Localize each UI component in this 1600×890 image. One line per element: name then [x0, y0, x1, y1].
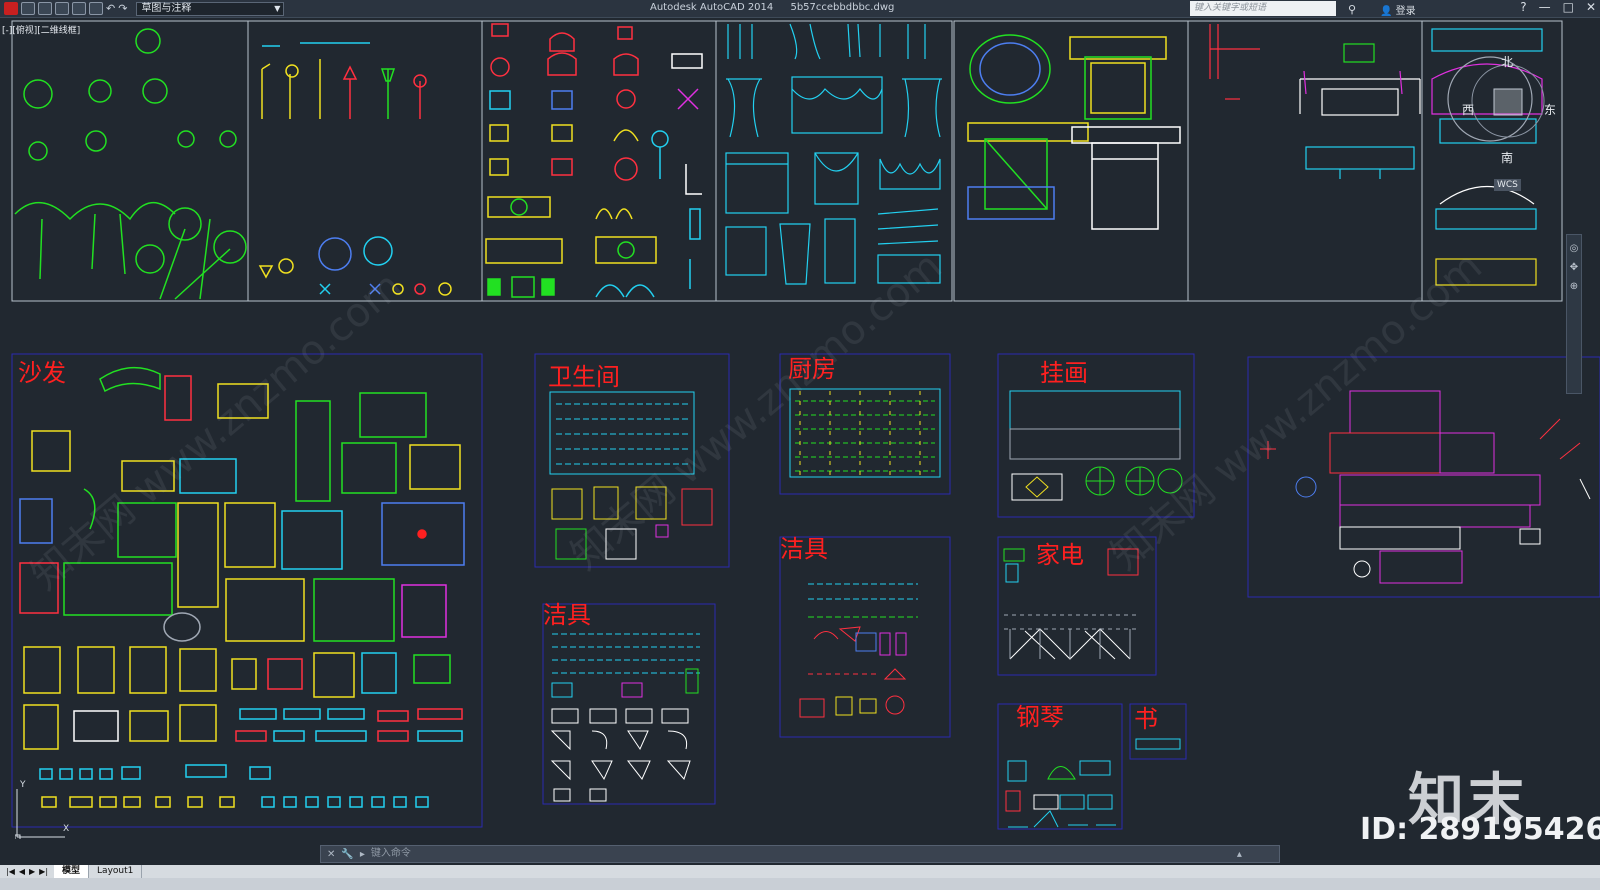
print-icon[interactable]	[89, 2, 103, 15]
window-controls: ? — □ ✕	[1520, 0, 1596, 14]
status-bar	[0, 878, 1600, 890]
block-label-sofa: 沙发	[18, 359, 66, 387]
tab-navigation: |◀ ◀ ▶ ▶|	[0, 867, 54, 876]
search-input[interactable]: 键入关键字或短语	[1190, 1, 1336, 16]
command-prompt-icon: ▸	[359, 848, 365, 860]
compass-west[interactable]: 西	[1462, 101, 1474, 118]
close-icon[interactable]: ✕	[327, 849, 335, 860]
last-tab-icon[interactable]: ▶|	[39, 867, 48, 876]
undo-icon[interactable]: ↶	[106, 2, 115, 15]
block-label-bathroom: 卫生间	[548, 363, 620, 391]
wcs-menu[interactable]: WCS	[1494, 179, 1521, 191]
id-watermark: ID: 289195426	[1360, 812, 1600, 847]
navigation-bar[interactable]: ◎ ✥ ⊕	[1566, 234, 1582, 394]
lamps-group	[258, 42, 452, 296]
help-icon[interactable]: ?	[1520, 0, 1526, 14]
close-icon[interactable]: ✕	[1586, 0, 1596, 14]
svg-text:Y: Y	[19, 780, 26, 790]
steering-wheel-icon[interactable]: ◎	[1570, 243, 1579, 254]
tab-layout1[interactable]: Layout1	[89, 865, 143, 878]
redo-icon[interactable]: ↷	[118, 2, 127, 15]
block-label-sanitary-1: 洁具	[780, 535, 828, 563]
compass-east[interactable]: 东	[1544, 101, 1556, 118]
compass-south[interactable]: 南	[1501, 149, 1513, 166]
next-tab-icon[interactable]: ▶	[29, 867, 35, 876]
command-line[interactable]: ✕ 🔧 ▸ 键入命令 ▴	[320, 845, 1280, 863]
prev-tab-icon[interactable]: ◀	[19, 867, 25, 876]
svg-text:X: X	[63, 824, 69, 834]
sanitary-block-1-drawings	[550, 633, 700, 802]
pan-icon[interactable]: ✥	[1570, 262, 1578, 273]
plants-group	[14, 28, 247, 300]
autocad-window: ↶ ↷ 草图与注释 ▼ Autodesk AutoCAD 2014 5b57cc…	[0, 0, 1600, 890]
block-label-books: 书	[1134, 705, 1158, 733]
paintings-block-drawings	[1009, 390, 1183, 501]
zoom-icon[interactable]: ⊕	[1570, 281, 1578, 292]
book-block-drawings	[1135, 738, 1181, 750]
quick-access-toolbar: ↶ ↷ 草图与注释 ▼	[0, 1, 285, 16]
block-label-sanitary-2: 洁具	[543, 601, 591, 629]
block-label-appliances: 家电	[1036, 541, 1084, 569]
save-as-icon[interactable]	[72, 2, 86, 15]
new-icon[interactable]	[21, 2, 35, 15]
first-tab-icon[interactable]: |◀	[6, 867, 15, 876]
maximize-icon[interactable]: □	[1563, 0, 1574, 14]
top-panels	[11, 20, 1563, 302]
open-icon[interactable]	[38, 2, 52, 15]
chevron-up-icon[interactable]: ▴	[1237, 849, 1242, 860]
sanitary-block-2-drawings	[799, 583, 918, 718]
file-name: 5b57ccebbdbbc.dwg	[790, 2, 895, 13]
workspace-select[interactable]: 草图与注释 ▼	[136, 1, 285, 16]
elevation-group	[1209, 24, 1421, 179]
tab-model[interactable]: 模型	[54, 865, 90, 878]
block-label-paintings: 挂画	[1040, 359, 1088, 387]
drawing-canvas[interactable]: [-][俯视][二维线框] 北 西 东 南 WCS 沙发 卫生间 厨房 挂画 洁…	[0, 19, 1600, 852]
workspace-value: 草图与注释	[141, 2, 192, 14]
layout-tabs: |◀ ◀ ▶ ▶| 模型 Layout1	[0, 865, 1600, 878]
window-title: Autodesk AutoCAD 2014 5b57ccebbdbbc.dwg	[650, 2, 894, 13]
chairs-group	[485, 23, 703, 298]
viewcube	[1471, 64, 1545, 138]
ucs-icon: Y X	[15, 780, 69, 839]
title-bar: ↶ ↷ 草图与注释 ▼ Autodesk AutoCAD 2014 5b57cc…	[0, 0, 1600, 18]
wrench-icon[interactable]: 🔧	[341, 849, 353, 860]
piano-block-drawings	[1005, 760, 1116, 828]
kitchen-block-drawings	[789, 388, 941, 478]
minimize-icon[interactable]: —	[1539, 0, 1551, 14]
save-icon[interactable]	[55, 2, 69, 15]
command-input[interactable]: 键入命令	[371, 847, 1231, 861]
login-button[interactable]: 👤 登录	[1380, 2, 1416, 17]
compass-north[interactable]: 北	[1501, 53, 1513, 70]
block-label-piano: 钢琴	[1016, 703, 1064, 731]
app-menu-icon[interactable]	[4, 2, 18, 15]
login-label: 登录	[1395, 6, 1416, 17]
binoculars-icon[interactable]: ⚲	[1348, 3, 1356, 16]
app-title: Autodesk AutoCAD 2014	[650, 2, 774, 13]
chevron-down-icon: ▼	[274, 3, 281, 13]
beds-group	[967, 34, 1181, 230]
